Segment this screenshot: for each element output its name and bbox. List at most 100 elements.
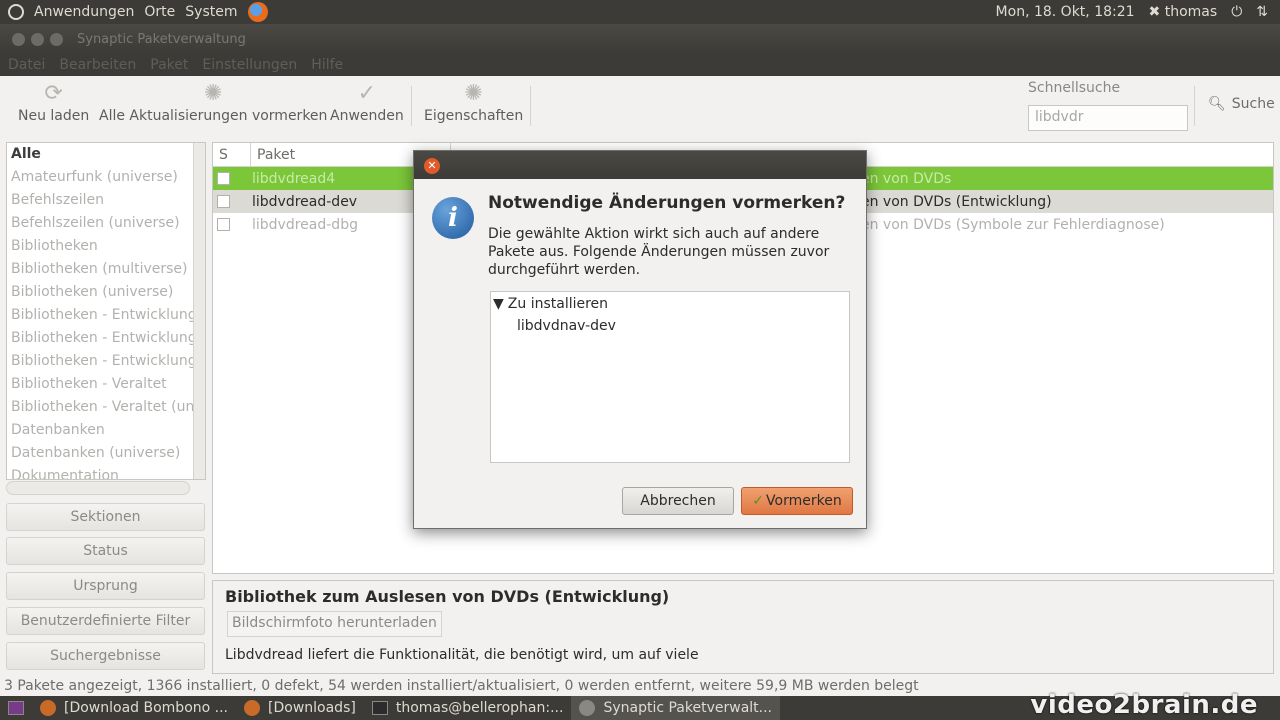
mark-button[interactable]: ✓ Vormerken [741, 487, 853, 515]
section-item[interactable]: Bibliotheken - Veraltet (uni [7, 396, 205, 419]
search-results-button[interactable]: Suchergebnisse [6, 642, 205, 670]
search-icon: 🔍︎ [1208, 96, 1226, 112]
show-desktop-button[interactable] [0, 696, 32, 720]
mark-all-label: Alle Aktualisierungen vormerken [99, 108, 328, 124]
properties-button[interactable]: ✺ Eigenschaften [424, 81, 523, 125]
properties-icon: ✺ [464, 81, 483, 106]
gear-icon: ✺ [203, 81, 223, 106]
mark-button-label: Vormerken [766, 493, 842, 509]
close-window-icon[interactable] [12, 32, 25, 46]
section-list-scrollbar[interactable] [193, 143, 205, 479]
window-titlebar[interactable]: Synaptic Paketverwaltung [0, 24, 1280, 54]
synaptic-window: ⟳ Neu laden ✺ Alle Aktualisierungen vorm… [0, 76, 1280, 696]
taskbar-item-label: [Download Bombono ... [64, 700, 229, 716]
section-item[interactable]: Bibliotheken - Veraltet [7, 373, 205, 396]
package-details-text: Libdvdread liefert die Funktionalität, d… [225, 647, 699, 663]
origin-filter-button[interactable]: Ursprung [6, 572, 205, 600]
dialog-close-icon[interactable]: ✕ [424, 158, 440, 174]
tree-group-to-install[interactable]: ▼ Zu installieren [493, 296, 608, 312]
taskbar-item[interactable]: [Download Bombono ... [32, 696, 236, 720]
ubuntu-logo-icon[interactable] [8, 4, 24, 20]
firefox-icon[interactable] [247, 2, 268, 22]
package-name: libdvdread4 [252, 170, 336, 187]
menu-settings[interactable]: Einstellungen [202, 57, 297, 73]
section-item[interactable]: Datenbanken [7, 419, 205, 442]
maximize-window-icon[interactable] [50, 32, 63, 46]
menu-package[interactable]: Paket [150, 57, 188, 73]
menu-help[interactable]: Hilfe [311, 57, 343, 73]
toolbar-separator [530, 86, 531, 126]
quicksearch-input[interactable]: libdvdr [1028, 105, 1188, 131]
package-description: en von DVDs (Symbole zur Fehlerdiagnose) [861, 216, 1165, 233]
checkmark-icon: ✓ [357, 81, 377, 106]
package-description: en von DVDs (Entwicklung) [861, 193, 1052, 210]
taskbar-item-label: [Downloads] [268, 700, 356, 716]
menu-file[interactable]: Datei [8, 57, 45, 73]
package-details-title: Bibliothek zum Auslesen von DVDs (Entwic… [225, 587, 670, 606]
search-button[interactable]: 🔍︎ Suche [1208, 96, 1275, 112]
expander-triangle-icon[interactable]: ▼ [493, 296, 504, 312]
section-list[interactable]: Alle Amateurfunk (universe) Befehlszeile… [6, 142, 206, 480]
custom-filter-button[interactable]: Benutzerdefinierte Filter [6, 607, 205, 635]
section-item[interactable]: Bibliotheken - Entwicklung [7, 304, 205, 327]
user-menu[interactable]: ✖ thomas [1149, 4, 1218, 20]
quicksearch-label: Schnellsuche [1028, 80, 1121, 96]
section-item[interactable]: Bibliotheken - Entwicklung [7, 327, 205, 350]
package-checkbox[interactable] [217, 218, 230, 231]
section-item[interactable]: Bibliotheken [7, 235, 205, 258]
package-checkbox[interactable] [217, 172, 230, 185]
menu-edit[interactable]: Bearbeiten [59, 57, 136, 73]
package-description: en von DVDs [861, 170, 952, 187]
sections-filter-button[interactable]: Sektionen [6, 503, 205, 531]
checkmark-icon: ✓ [752, 493, 765, 509]
toolbar-separator [1194, 86, 1195, 126]
section-item[interactable]: Befehlszeilen (universe) [7, 212, 205, 235]
download-screenshot-button[interactable]: Bildschirmfoto herunterladen [227, 611, 442, 637]
taskbar-item[interactable]: thomas@bellerophan:... [364, 696, 572, 720]
apply-button[interactable]: ✓ Anwenden [330, 81, 404, 125]
taskbar-item[interactable]: [Downloads] [236, 696, 364, 720]
section-item[interactable]: Dokumentation [7, 465, 205, 479]
menu-applications[interactable]: Anwendungen [34, 4, 134, 20]
user-name: thomas [1164, 4, 1218, 20]
section-item[interactable]: Bibliotheken (multiverse) [7, 258, 205, 281]
reload-label: Neu laden [18, 108, 90, 124]
dialog-titlebar[interactable]: ✕ [414, 151, 866, 179]
menu-system[interactable]: System [185, 4, 237, 20]
section-item[interactable]: Datenbanken (universe) [7, 442, 205, 465]
dialog-message: Die gewählte Aktion wirkt sich auch auf … [488, 226, 830, 278]
section-item[interactable]: Bibliotheken - Entwicklung [7, 350, 205, 373]
confirm-changes-dialog: ✕ i Notwendige Änderungen vormerken? Die… [413, 150, 867, 529]
tree-group-label: Zu installieren [507, 296, 609, 312]
status-filter-button[interactable]: Status [6, 537, 205, 565]
package-name: libdvdread-dbg [252, 216, 358, 233]
menu-places[interactable]: Orte [144, 4, 175, 20]
changes-tree[interactable]: ▼ Zu installieren libdvdnav-dev [490, 291, 850, 463]
reload-button[interactable]: ⟳ Neu laden [18, 82, 90, 125]
power-icon[interactable]: ⏻ [1231, 4, 1242, 20]
minimize-window-icon[interactable] [31, 32, 44, 46]
taskbar-item-label: thomas@bellerophan:... [395, 700, 564, 716]
firefox-icon [40, 700, 56, 716]
section-item[interactable]: Bibliotheken (universe) [7, 281, 205, 304]
synaptic-icon [579, 700, 596, 716]
clock[interactable]: Mon, 18. Okt, 18:21 [996, 4, 1135, 20]
mark-all-upgrades-button[interactable]: ✺ Alle Aktualisierungen vormerken [99, 81, 328, 125]
search-label: Suche [1231, 96, 1275, 112]
section-item[interactable]: Alle [7, 143, 205, 166]
cancel-button[interactable]: Abbrechen [622, 487, 734, 515]
tree-item[interactable]: libdvdnav-dev [517, 318, 616, 334]
taskbar-item-label: Synaptic Paketverwalt... [603, 700, 773, 716]
section-item[interactable]: Amateurfunk (universe) [7, 166, 205, 189]
app-menubar: Datei Bearbeiten Paket Einstellungen Hil… [0, 54, 1280, 76]
package-checkbox[interactable] [217, 195, 230, 208]
taskbar-item[interactable]: Synaptic Paketverwalt... [571, 696, 781, 720]
toolbar: ⟳ Neu laden ✺ Alle Aktualisierungen vorm… [0, 76, 1280, 134]
firefox-icon [244, 700, 261, 716]
column-status[interactable]: S [213, 143, 251, 166]
apply-label: Anwenden [330, 108, 404, 124]
section-item[interactable]: Befehlszeilen [7, 189, 205, 212]
terminal-icon [371, 701, 388, 715]
network-icon[interactable]: ⇅ [1256, 4, 1268, 20]
section-list-hscrollbar[interactable] [6, 481, 190, 495]
